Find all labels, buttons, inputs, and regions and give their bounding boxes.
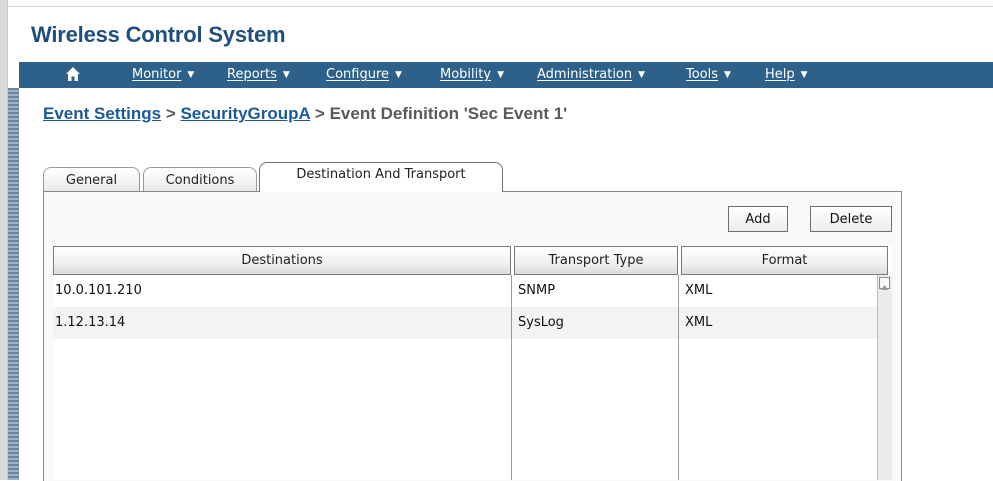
cell-transport-type: SysLog (518, 315, 564, 330)
nav-item-monitor[interactable]: Monitor ▼ (132, 67, 194, 82)
chevron-down-icon: ▼ (395, 70, 402, 80)
nav-item-help[interactable]: Help ▼ (765, 67, 808, 82)
destinations-table: Destinations Transport Type Format 10.0.… (53, 246, 892, 480)
table-row[interactable]: 1.12.13.14 SysLog XML (53, 307, 877, 339)
cell-destination: 1.12.13.14 (55, 315, 126, 330)
nav-item-reports[interactable]: Reports ▼ (227, 67, 290, 82)
table-row[interactable]: 10.0.101.210 SNMP XML (53, 275, 877, 307)
chevron-down-icon: ▼ (724, 70, 731, 80)
tab-conditions[interactable]: Conditions (143, 167, 257, 192)
home-icon[interactable] (65, 66, 81, 83)
window-left-border (0, 0, 8, 480)
cell-format: XML (685, 283, 713, 298)
add-button[interactable]: Add (728, 206, 788, 232)
chevron-down-icon: ▼ (187, 70, 195, 80)
left-decorative-strip (8, 88, 19, 480)
cell-transport-type: SNMP (518, 283, 556, 298)
nav-item-tools[interactable]: Tools ▼ (686, 67, 731, 82)
chevron-down-icon: ▼ (497, 70, 504, 80)
column-header-format[interactable]: Format (681, 246, 888, 275)
breadcrumb-link-event-settings[interactable]: Event Settings (43, 104, 161, 123)
arrow-up-icon (881, 285, 888, 290)
tab-general[interactable]: General (43, 167, 140, 192)
main-navbar: Monitor ▼ Reports ▼ Configure ▼ Mobility ▼ A… (19, 62, 993, 88)
breadcrumb-link-security-group[interactable]: SecurityGroupA (180, 104, 310, 123)
window-top-border (0, 0, 993, 7)
breadcrumb: Event Settings > SecurityGroupA > Event … (43, 104, 567, 124)
nav-item-configure[interactable]: Configure ▼ (326, 67, 402, 82)
scroll-up-button[interactable] (879, 277, 890, 290)
chevron-down-icon: ▼ (800, 70, 808, 80)
column-divider (678, 275, 679, 480)
nav-item-administration[interactable]: Administration ▼ (537, 67, 645, 82)
column-divider (511, 275, 512, 480)
cell-format: XML (685, 315, 713, 330)
delete-button[interactable]: Delete (810, 206, 892, 232)
chevron-down-icon: ▼ (638, 70, 646, 80)
table-scrollbar[interactable] (877, 275, 892, 480)
chevron-down-icon: ▼ (282, 70, 290, 80)
column-header-transport-type[interactable]: Transport Type (514, 246, 678, 275)
breadcrumb-separator: > (161, 104, 181, 123)
column-header-destinations[interactable]: Destinations (53, 246, 511, 275)
tab-destination-and-transport[interactable]: Destination And Transport (259, 162, 503, 192)
nav-item-mobility[interactable]: Mobility ▼ (440, 67, 504, 82)
breadcrumb-separator: > (310, 104, 330, 123)
app-title: Wireless Control System (31, 22, 286, 47)
breadcrumb-current: Event Definition 'Sec Event 1' (329, 104, 568, 123)
cell-destination: 10.0.101.210 (55, 283, 142, 298)
